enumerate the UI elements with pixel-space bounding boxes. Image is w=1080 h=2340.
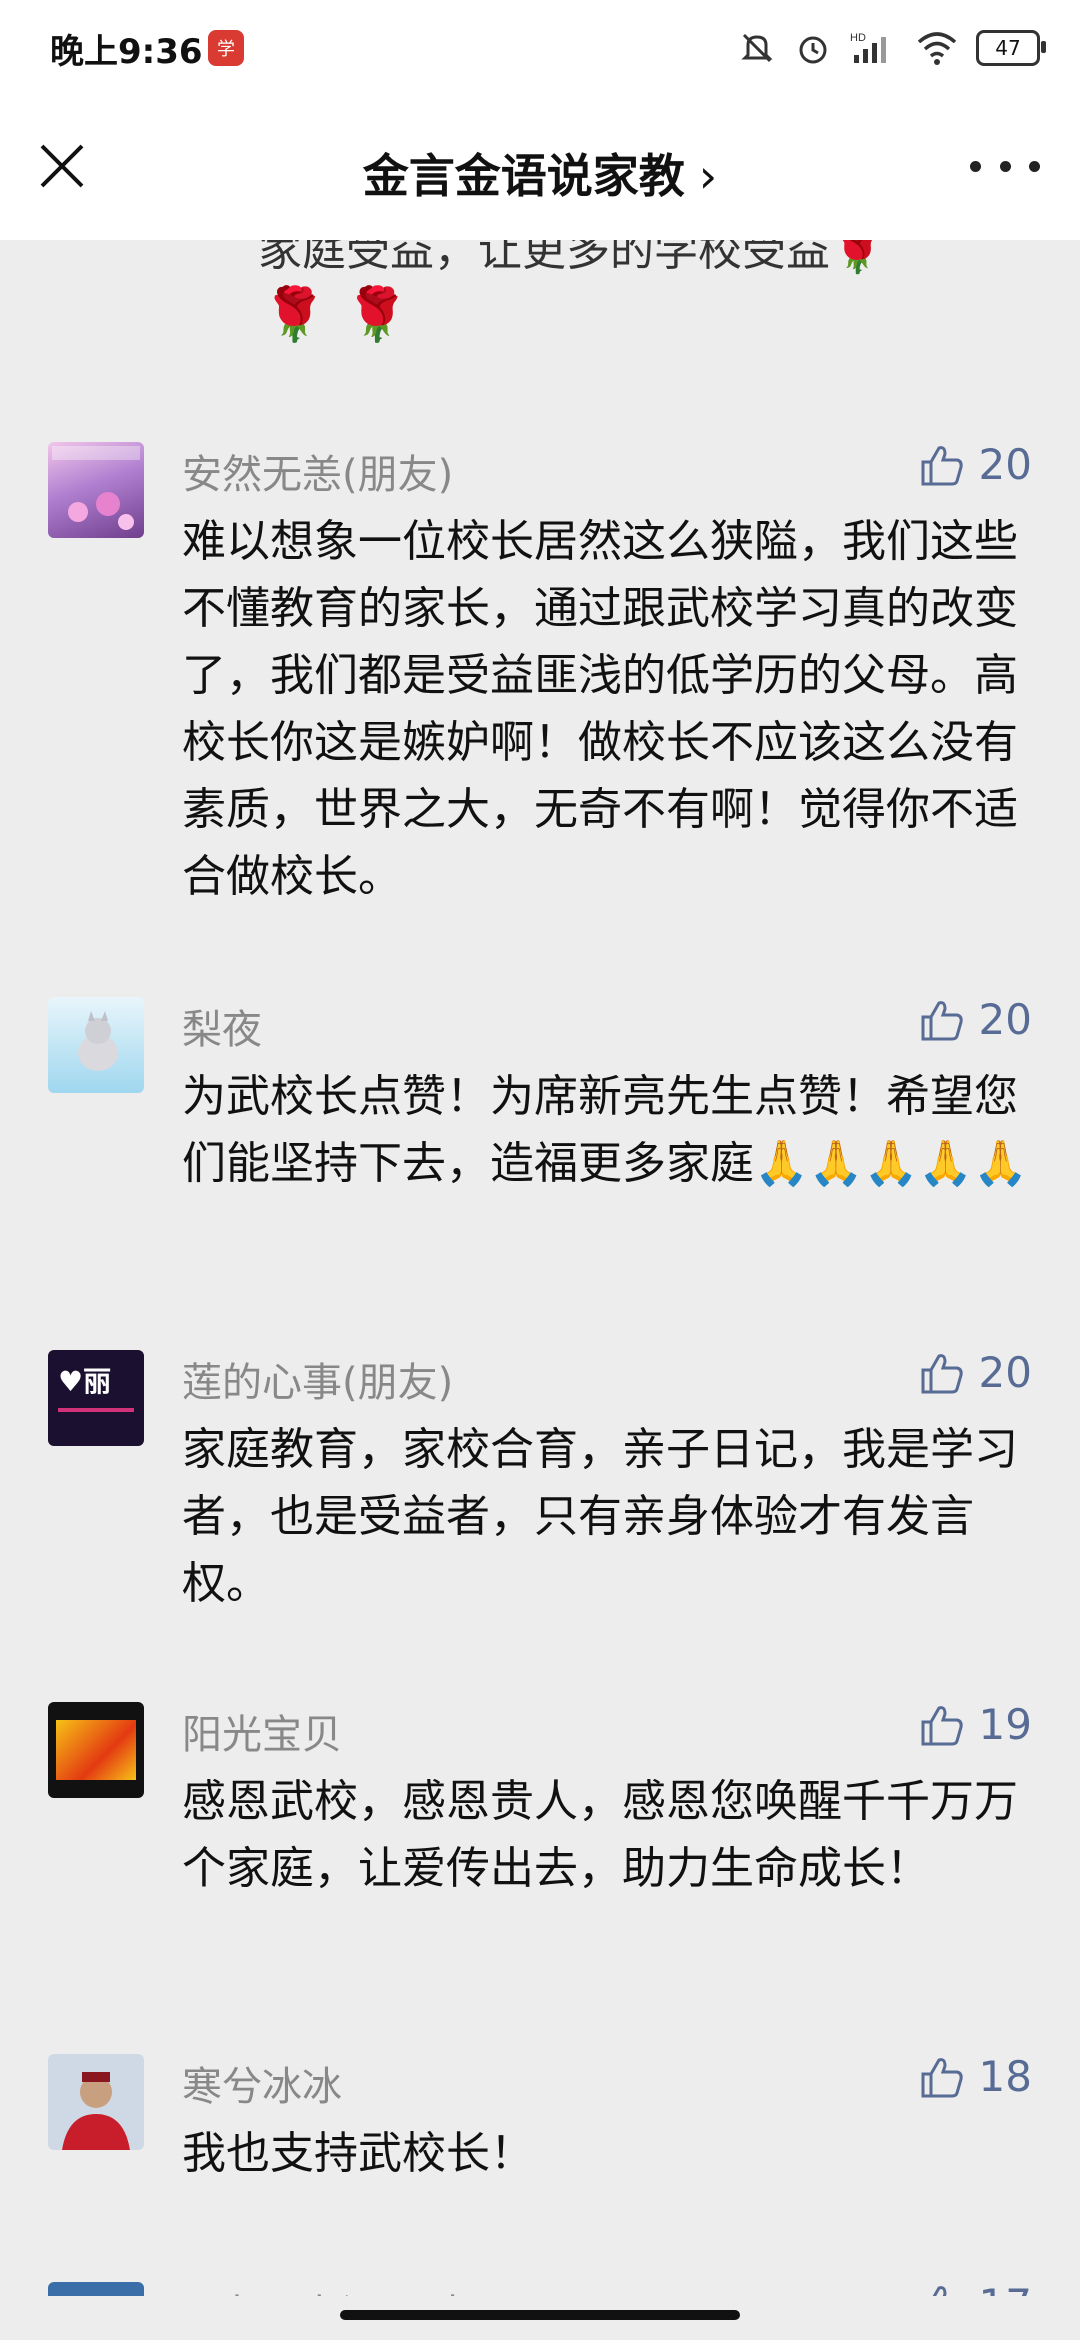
- previous-reply-text: 家庭受益，让更多的学校受益🌹: [258, 240, 885, 276]
- page-title-text: 金言金语说家教: [362, 149, 685, 203]
- chevron-right-icon: ›: [698, 149, 718, 203]
- sunshine-image: [56, 1720, 136, 1780]
- thumbs-up-icon: [921, 445, 963, 485]
- like-count: 20: [978, 1348, 1032, 1397]
- battery-icon: 47: [976, 30, 1046, 66]
- mute-icon: [741, 33, 773, 63]
- comment-text: 为武校长点赞！为席新亮先生点赞！希望您们能坚持下去，造福更多家庭🙏🙏🙏🙏🙏: [182, 1071, 1028, 1189]
- status-time: 晚上9:36: [50, 32, 203, 72]
- comment-text: 家庭教育，家校合育，亲子日记，我是学习者，也是受益者，只有亲身体验才有发言权。: [182, 1424, 1018, 1609]
- person-image: [62, 2072, 130, 2150]
- like-count: 20: [978, 440, 1032, 489]
- like-button[interactable]: 20: [919, 1348, 1032, 1397]
- wifi-icon: [917, 32, 957, 65]
- status-icons: HD 47: [738, 26, 1046, 70]
- like-count: 19: [978, 1700, 1032, 1749]
- more-dot-icon: [999, 160, 1011, 172]
- more-dot-icon: [1029, 160, 1040, 172]
- alarm-icon: [799, 36, 827, 64]
- hd-label: HD: [850, 32, 866, 44]
- thumbs-up-icon: [921, 1353, 963, 1393]
- comments-list[interactable]: 家庭受益，让更多的学校受益🌹 🌹🌹 安然无恙(朋友) 20 难以想象一位校长居然…: [0, 240, 1080, 2300]
- thumbs-up-icon: [921, 1705, 963, 1745]
- rose-emoji: 🌹🌹: [262, 285, 428, 345]
- more-button[interactable]: [970, 146, 1040, 186]
- comment-text: 我也支持武校长！: [182, 2128, 534, 2179]
- avatar[interactable]: [48, 442, 144, 538]
- avatar-decoration: [58, 1408, 134, 1412]
- avatar[interactable]: ♥丽: [48, 1350, 144, 1446]
- more-dot-icon: [970, 160, 981, 172]
- comment-author[interactable]: 安然无恙(朋友): [182, 442, 453, 500]
- like-count: 18: [978, 2052, 1032, 2101]
- status-bar: 晚上9:36 学 HD 47: [0, 0, 1080, 96]
- home-indicator[interactable]: [340, 2310, 740, 2320]
- comment-text: 感恩武校，感恩贵人，感恩您唤醒千千万万个家庭，让爱传出去，助力生命成长！: [182, 1776, 1018, 1894]
- avatar[interactable]: [48, 997, 144, 1093]
- like-button[interactable]: 20: [919, 995, 1032, 1044]
- like-button[interactable]: 19: [919, 1700, 1032, 1749]
- thumbs-up-icon: [921, 2057, 963, 2097]
- like-count: 20: [978, 995, 1032, 1044]
- bottom-gesture-area: [0, 2296, 1080, 2340]
- app-notification-icon: 学: [208, 30, 244, 66]
- like-button[interactable]: 18: [919, 2052, 1032, 2101]
- comment-author[interactable]: 莲的心事(朋友): [182, 1350, 453, 1408]
- avatar[interactable]: [48, 2054, 144, 2150]
- navigation-bar: 金言金语说家教 ›: [0, 96, 1080, 240]
- comment-author[interactable]: 阳光宝贝: [182, 1702, 342, 1760]
- page-title[interactable]: 金言金语说家教 ›: [0, 140, 1080, 206]
- avatar-text: ♥丽: [58, 1365, 112, 1398]
- comment-text: 难以想象一位校长居然这么狭隘，我们这些不懂教育的家长，通过跟武校学习真的改变了，…: [182, 516, 1018, 902]
- avatar[interactable]: [48, 1702, 144, 1798]
- comment-author[interactable]: 寒兮冰冰: [182, 2054, 342, 2112]
- thumbs-up-icon: [921, 1000, 963, 1040]
- flower-image: [52, 446, 140, 530]
- signal-icon: HD: [850, 32, 886, 63]
- comment-author[interactable]: 梨夜: [182, 997, 262, 1055]
- like-button[interactable]: 20: [919, 440, 1032, 489]
- cat-image: [78, 1011, 118, 1071]
